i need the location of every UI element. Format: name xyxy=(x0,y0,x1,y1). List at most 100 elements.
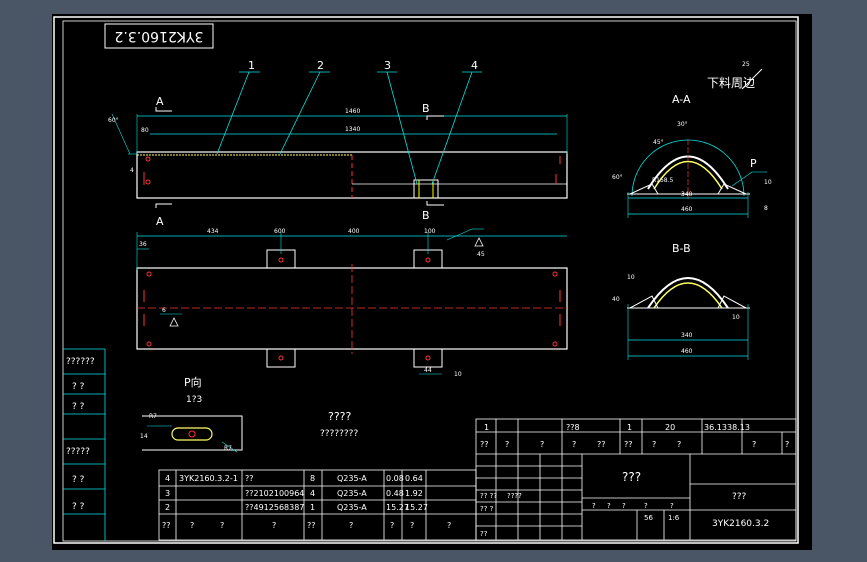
plan-view xyxy=(136,228,568,375)
view-p-dim: R7 xyxy=(224,445,232,452)
title-cell: ? xyxy=(677,440,681,449)
plan-dim: 400 xyxy=(348,228,360,235)
weld-note-right: 45 xyxy=(477,251,485,258)
plan-dim: 600 xyxy=(274,228,286,235)
bom-header: ? xyxy=(190,521,194,530)
left-strip-label: ? ? xyxy=(72,402,85,412)
dim-angle: 60° xyxy=(108,117,119,124)
drawing-number-box: 3YK2160.3.2 xyxy=(104,23,214,49)
weld-note-left: 6 xyxy=(162,307,166,314)
bom-cell: 15.27 xyxy=(405,503,428,512)
section-b-bottom: B xyxy=(422,209,430,222)
plan-dim: 100 xyxy=(424,228,436,235)
title-cell: ? xyxy=(644,502,648,510)
section-bb-side-dim: 10 xyxy=(732,314,740,321)
callout-3: 3 xyxy=(384,59,391,72)
section-aa-angle: 60° xyxy=(612,174,623,181)
bom-cell: 3YK2160.3.2-1 xyxy=(179,474,238,483)
bom-cell: ??2102100964 xyxy=(245,489,304,498)
section-bb-dim: 340 xyxy=(681,332,693,339)
bom-header: ? xyxy=(349,521,353,530)
tech-requirements-body: ???????? xyxy=(320,429,358,439)
title-cell: ? xyxy=(652,440,656,449)
bom-cell: 2 xyxy=(165,503,170,512)
section-bb-title: B-B xyxy=(672,242,691,255)
bom-header: ? xyxy=(447,521,451,530)
section-aa-angle: 30° xyxy=(677,121,688,128)
callout-1: 1 xyxy=(248,59,255,72)
title-cell: ? xyxy=(607,502,611,510)
bom-cell: 0.08 xyxy=(386,474,404,483)
title-cell: ? xyxy=(785,440,789,449)
title-cell: ?? ? xyxy=(480,505,494,513)
bom-cell: 3 xyxy=(165,489,170,498)
view-p-dim: 14 xyxy=(140,433,148,440)
title-cell: ??8 xyxy=(566,423,580,432)
bracket-dim: 10 xyxy=(454,371,462,378)
dim-side: 4 xyxy=(130,167,134,174)
section-aa-p-label: P xyxy=(750,157,757,170)
bom-cell: 4 xyxy=(310,489,315,498)
view-p-scale: 1?3 xyxy=(186,395,202,405)
title-cell: ?? xyxy=(480,440,489,449)
bom-cell: Q235-A xyxy=(337,503,367,512)
bom-cell: 4 xyxy=(165,474,170,483)
section-aa-dim: 340 xyxy=(681,191,693,198)
cad-drawing: 3YK2160.3.2 ?????? ? ? ? ? ????? ? ? ? ? xyxy=(53,16,799,544)
section-bb-dim: 460 xyxy=(681,348,693,355)
bom-cell: 8 xyxy=(310,474,315,483)
section-aa xyxy=(627,139,767,218)
title-cell: 1 xyxy=(627,423,632,432)
bom-cell: 1 xyxy=(310,503,315,512)
section-a-bottom: A xyxy=(156,215,164,228)
dim-inner: 1340 xyxy=(345,126,360,133)
bom-header: ?? xyxy=(307,521,316,530)
plan-dim: 434 xyxy=(207,228,219,235)
title-cell: 36.13 xyxy=(704,423,727,432)
section-b-top: B xyxy=(422,102,430,115)
left-strip-label: ????? xyxy=(66,447,90,457)
bom-header: ? xyxy=(410,521,414,530)
section-aa-radius: R158.5 xyxy=(652,177,674,184)
bom-cell: Q235-A xyxy=(337,474,367,483)
title-name: ??? xyxy=(622,470,641,484)
bom-cell: Q235-A xyxy=(337,489,367,498)
title-cell: ?? xyxy=(597,440,606,449)
title-cell: 38.13 xyxy=(727,423,750,432)
section-aa-title: A-A xyxy=(672,93,691,106)
title-cell: ? xyxy=(505,440,509,449)
title-cell: ? xyxy=(752,440,756,449)
bom-header: ? xyxy=(390,521,394,530)
left-strip xyxy=(63,348,106,541)
title-cell: ? xyxy=(572,440,576,449)
bom-header: ? xyxy=(220,521,224,530)
surface-note: 下料周边 25 xyxy=(707,61,763,90)
callout-4: 4 xyxy=(471,59,478,72)
left-strip-label: ? ? xyxy=(72,475,85,485)
surface-note-text: 下料周边 xyxy=(707,76,755,90)
title-cell: ???? xyxy=(507,492,522,500)
bom-cell: ?? xyxy=(245,474,254,483)
title-cell: 1 xyxy=(484,423,489,432)
title-cell: ? xyxy=(622,502,626,510)
callout-2: 2 xyxy=(317,59,324,72)
view-p-dim: R7 xyxy=(149,413,157,420)
title-cell: 1:6 xyxy=(668,514,680,522)
bom-cell: 0.48 xyxy=(386,489,404,498)
left-strip-label: ?????? xyxy=(66,357,95,367)
title-cell: 20 xyxy=(665,423,675,432)
section-bb-side-dim: 10 xyxy=(627,274,635,281)
section-aa-dim: 460 xyxy=(681,206,693,213)
title-company: ??? xyxy=(732,492,747,502)
view-p-title: P向 xyxy=(184,375,202,389)
bom-cell: ??4912568387 xyxy=(245,503,304,512)
front-view xyxy=(111,113,568,199)
drawing-sheet: 3YK2160.3.2 ?????? ? ? ? ? ????? ? ? ? ? xyxy=(52,14,812,550)
title-cell: ?? xyxy=(624,440,633,449)
title-cell: ?? ?? xyxy=(480,492,497,500)
section-aa-side-dim: 10 xyxy=(764,179,772,186)
left-strip-label: ? ? xyxy=(72,502,85,512)
title-cell: ? xyxy=(670,502,674,510)
title-cell: ? xyxy=(592,502,596,510)
section-a-top: A xyxy=(156,95,164,108)
